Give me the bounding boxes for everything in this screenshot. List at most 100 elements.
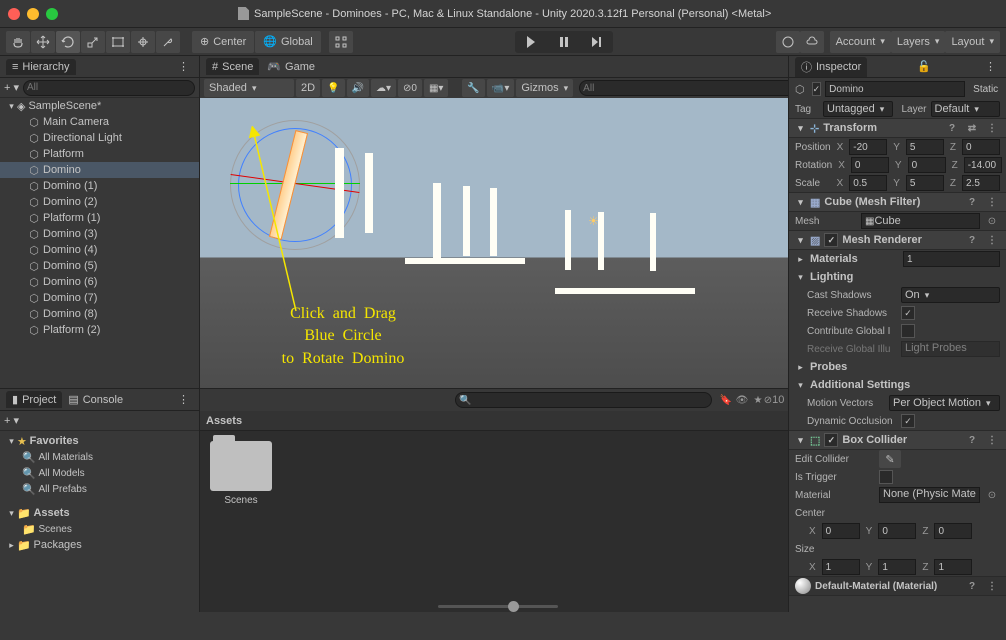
hierarchy-item[interactable]: Domino (7) (0, 290, 199, 306)
scene-root[interactable]: ▾ ◈ SampleScene* (0, 98, 199, 114)
grid-toggle[interactable]: ▦▾ (424, 79, 448, 97)
shading-dropdown[interactable]: Shaded (204, 79, 294, 97)
material-header[interactable]: Default-Material (Material) ?⋮ (789, 576, 1006, 596)
collider-header[interactable]: ▾⬚ ✓ Box Collider ?⋮ (789, 430, 1006, 450)
project-tab[interactable]: ▮Project (6, 391, 62, 408)
menu-icon[interactable]: ⋮ (984, 120, 1000, 136)
minimize-window-button[interactable] (27, 8, 39, 20)
panel-menu-icon[interactable]: ⋮ (174, 393, 193, 406)
hierarchy-item[interactable]: Domino (6) (0, 274, 199, 290)
renderer-header[interactable]: ▾▨ ✓ Mesh Renderer ?⋮ (789, 230, 1006, 250)
scale-z[interactable] (962, 175, 1000, 191)
visibility-icon[interactable]: 👁 (734, 392, 750, 408)
create-dropdown[interactable]: + ▾ (4, 414, 19, 427)
position-x[interactable] (849, 139, 887, 155)
preset-icon[interactable]: ⇄ (964, 120, 980, 136)
layer-dropdown[interactable]: Default (931, 101, 1001, 117)
snap-toggle[interactable] (329, 31, 353, 53)
hierarchy-tree[interactable]: ▾ ◈ SampleScene* Main CameraDirectional … (0, 98, 199, 388)
edit-collider-button[interactable]: ✎ (879, 450, 901, 468)
favorite-item[interactable]: 🔍 All Models (0, 465, 199, 481)
folder-item[interactable]: Scenes (210, 441, 272, 506)
cloud-button[interactable] (800, 31, 824, 53)
pause-button[interactable] (548, 31, 580, 53)
scene-tab[interactable]: #Scene (206, 58, 259, 75)
transform-header[interactable]: ▾⊹ Transform ? ⇄ ⋮ (789, 118, 1006, 138)
layers-dropdown[interactable]: Layers (891, 31, 946, 53)
rotation-y[interactable] (908, 157, 946, 173)
lighting-foldout[interactable]: ▾Lighting (789, 268, 1006, 286)
hierarchy-item[interactable]: Domino (2) (0, 194, 199, 210)
transform-tool[interactable] (131, 31, 155, 53)
static-dropdown[interactable]: Static (969, 84, 1002, 95)
renderer-enabled[interactable]: ✓ (824, 233, 838, 247)
rect-tool[interactable] (106, 31, 130, 53)
hidden-count[interactable]: ⊘10 (766, 392, 782, 408)
hierarchy-item[interactable]: Platform (0, 146, 199, 162)
lock-icon[interactable]: 🔓 (913, 60, 935, 73)
favorite-item[interactable]: 🔍 All Materials (0, 449, 199, 465)
close-window-button[interactable] (8, 8, 20, 20)
materials-count[interactable] (903, 251, 1000, 267)
pivot-toggle[interactable]: ⊕Center (192, 31, 254, 53)
hierarchy-item[interactable]: Main Camera (0, 114, 199, 130)
packages-folder[interactable]: ▸📁 Packages (0, 537, 199, 553)
dynamic-occlusion-checkbox[interactable]: ✓ (901, 414, 915, 428)
hierarchy-item[interactable]: Domino (8) (0, 306, 199, 322)
hierarchy-item[interactable]: Domino (5) (0, 258, 199, 274)
additional-foldout[interactable]: ▾Additional Settings (789, 376, 1006, 394)
tag-dropdown[interactable]: Untagged (823, 101, 893, 117)
project-tree[interactable]: ▾★ Favorites 🔍 All Materials🔍 All Models… (0, 431, 199, 555)
rotation-x[interactable] (851, 157, 889, 173)
hierarchy-item[interactable]: Domino (1) (0, 178, 199, 194)
cast-shadows-dropdown[interactable]: On (901, 287, 1000, 303)
collab-button[interactable] (776, 31, 800, 53)
position-z[interactable] (962, 139, 1000, 155)
favorites-folder[interactable]: ▾★ Favorites (0, 433, 199, 449)
hidden-toggle[interactable]: ⊘0 (398, 79, 422, 97)
asset-folder-item[interactable]: 📁 Scenes (0, 521, 199, 537)
hierarchy-item[interactable]: Platform (1) (0, 210, 199, 226)
center-y[interactable] (878, 523, 916, 539)
project-search[interactable] (455, 392, 712, 408)
meshfilter-header[interactable]: ▾▦ Cube (Mesh Filter) ?⋮ (789, 192, 1006, 212)
scale-x[interactable] (849, 175, 887, 191)
object-picker-icon[interactable]: ⊙ (984, 213, 1000, 229)
breadcrumb[interactable]: Assets (206, 415, 242, 427)
help-icon[interactable]: ? (944, 120, 960, 136)
create-dropdown[interactable]: + ▾ (4, 81, 19, 94)
step-button[interactable] (581, 31, 613, 53)
hierarchy-tab[interactable]: ≡Hierarchy (6, 59, 76, 75)
contribute-gi-checkbox[interactable] (901, 324, 915, 338)
hand-tool[interactable] (6, 31, 30, 53)
physic-material-field[interactable]: None (Physic Mate (879, 487, 980, 503)
console-tab[interactable]: ▤Console (62, 391, 129, 408)
assets-folder[interactable]: ▾📁 Assets (0, 505, 199, 521)
panel-menu-icon[interactable]: ⋮ (174, 60, 193, 73)
probes-foldout[interactable]: ▸Probes (789, 358, 1006, 376)
panel-menu-icon[interactable]: ⋮ (981, 60, 1000, 73)
gameobject-name-field[interactable] (825, 81, 965, 97)
hierarchy-item[interactable]: Domino (0, 162, 199, 178)
mesh-field[interactable]: ▦ Cube (861, 213, 980, 229)
collider-enabled[interactable]: ✓ (824, 433, 838, 447)
lighting-toggle[interactable]: 💡 (322, 79, 344, 97)
camera-icon[interactable]: 📹▾ (487, 79, 514, 97)
active-checkbox[interactable]: ✓ (812, 82, 822, 96)
inspector-tab[interactable]: ⓘInspector (795, 57, 867, 77)
filter-icon[interactable]: 🔖 (718, 392, 734, 408)
favorite-item[interactable]: 🔍 All Prefabs (0, 481, 199, 497)
size-x[interactable] (822, 559, 860, 575)
center-z[interactable] (934, 523, 972, 539)
layout-dropdown[interactable]: Layout (945, 31, 1000, 53)
tools-icon[interactable]: 🔧 (462, 79, 484, 97)
account-dropdown[interactable]: Account (830, 31, 891, 53)
object-picker-icon[interactable]: ⊙ (984, 487, 1000, 503)
hierarchy-item[interactable]: Domino (4) (0, 242, 199, 258)
is-trigger-checkbox[interactable] (879, 470, 893, 484)
hierarchy-item[interactable]: Directional Light (0, 130, 199, 146)
materials-foldout[interactable]: ▸Materials (789, 250, 1006, 268)
size-z[interactable] (934, 559, 972, 575)
hierarchy-search[interactable] (23, 80, 195, 96)
center-x[interactable] (822, 523, 860, 539)
